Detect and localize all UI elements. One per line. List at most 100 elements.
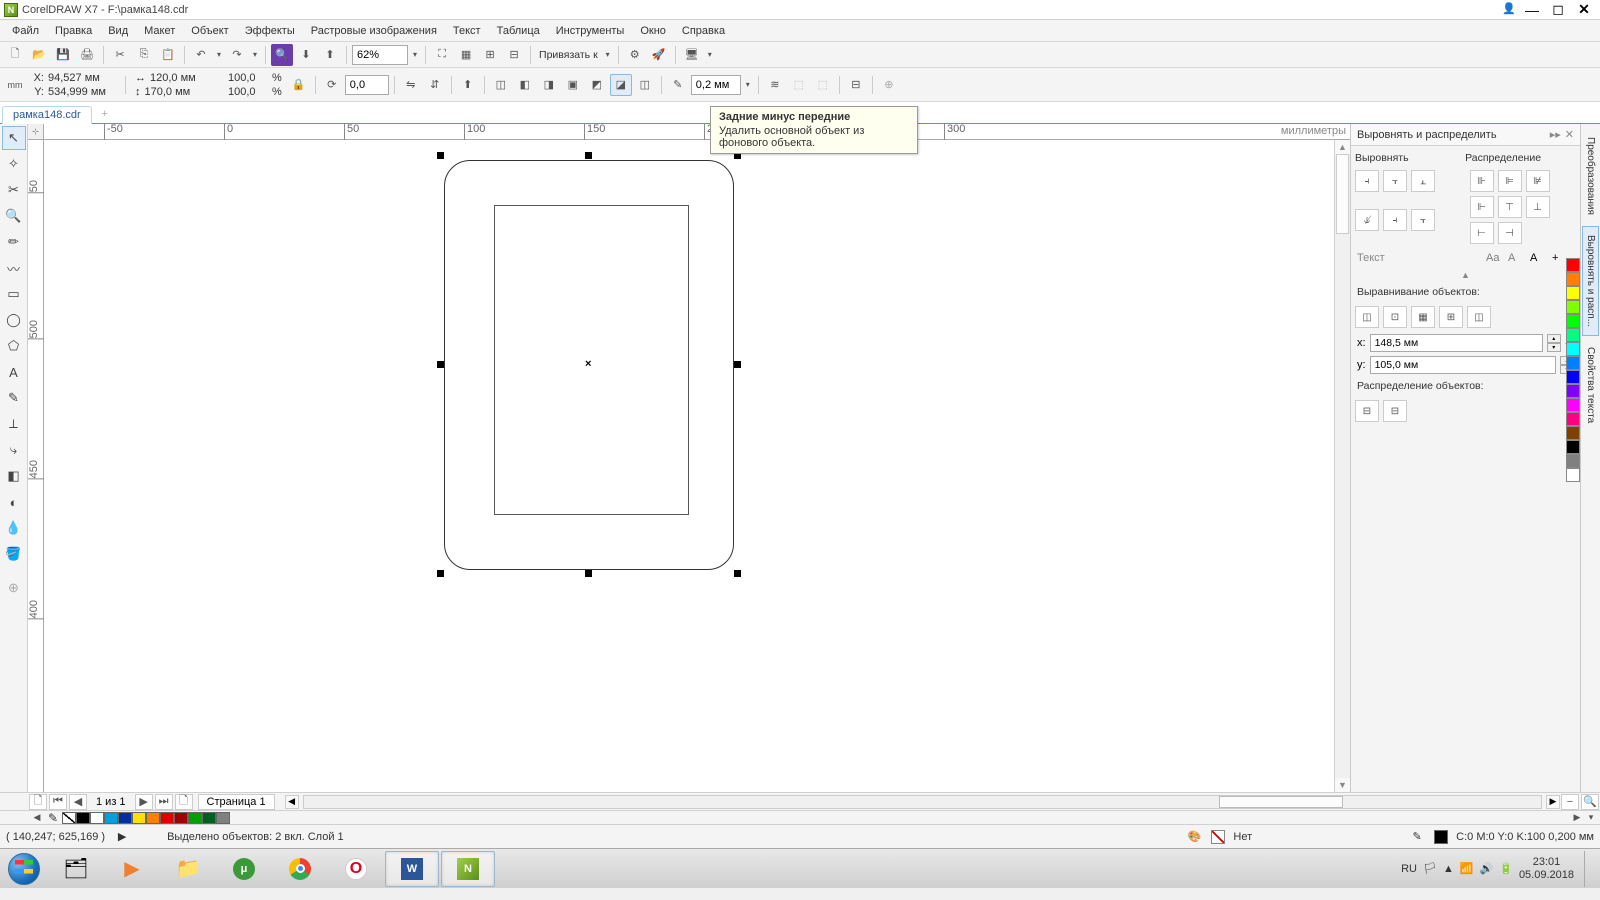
grid-icon[interactable]: ⊞ <box>479 44 501 66</box>
colorbar-swatch[interactable] <box>1566 272 1580 286</box>
weld-icon[interactable]: ◫ <box>490 74 512 96</box>
outline-pen-status-icon[interactable]: ✎ <box>1408 828 1426 846</box>
docker-close-icon[interactable]: ✕ <box>1565 128 1574 141</box>
handle-bc[interactable] <box>585 570 592 577</box>
task-utorrent[interactable]: μ <box>217 851 271 887</box>
palette-swatch[interactable] <box>216 812 230 824</box>
colorbar-swatch[interactable] <box>1566 384 1580 398</box>
unit-picker-icon[interactable]: mm <box>4 74 26 96</box>
pos-y[interactable]: 534,999 мм <box>48 85 116 99</box>
user-icon[interactable]: 👤 <box>1502 2 1518 18</box>
scale-x[interactable]: 100,0 <box>228 71 268 85</box>
palette-swatch[interactable] <box>202 812 216 824</box>
task-opera[interactable]: O <box>329 851 383 887</box>
dist-center-h-icon[interactable]: ⊫ <box>1498 170 1522 192</box>
trim-icon[interactable]: ◧ <box>514 74 536 96</box>
align-to-5-icon[interactable]: ◫ <box>1467 306 1491 328</box>
redo-icon[interactable]: ↷ <box>226 44 248 66</box>
dist-right-icon[interactable]: ⊩ <box>1470 196 1494 218</box>
tray-network-icon[interactable]: 📶 <box>1460 862 1474 875</box>
canvas[interactable]: × <box>44 140 1334 792</box>
align-left-icon[interactable]: ⫞ <box>1355 170 1379 192</box>
text-align-3-icon[interactable]: A <box>1530 252 1552 264</box>
pick-tool[interactable]: ↖ <box>2 126 26 150</box>
print-icon[interactable]: 🖨 <box>76 44 98 66</box>
colorbar-swatch[interactable] <box>1566 398 1580 412</box>
vertical-scrollbar[interactable]: ▲ ▼ <box>1334 140 1350 792</box>
artistic-tool[interactable]: 〰 <box>2 256 26 280</box>
shape-tool[interactable]: ✧ <box>2 152 26 176</box>
task-wmp[interactable]: ▶ <box>105 851 159 887</box>
display-dropdown[interactable]: ▾ <box>705 50 715 59</box>
page-last-icon[interactable]: ⏭ <box>155 794 173 810</box>
save-icon[interactable]: 💾 <box>52 44 74 66</box>
handle-tc[interactable] <box>585 152 592 159</box>
launch-icon[interactable]: 🚀 <box>648 44 670 66</box>
text-align-1-icon[interactable]: Aa <box>1486 252 1508 264</box>
freehand-tool[interactable]: ✏ <box>2 230 26 254</box>
page-first-icon[interactable]: ⏮ <box>49 794 67 810</box>
palette-swatch[interactable] <box>146 812 160 824</box>
menu-window[interactable]: Окно <box>632 23 674 39</box>
redo-dropdown[interactable]: ▾ <box>250 50 260 59</box>
hscroll-left-icon[interactable]: ◀ <box>285 795 299 809</box>
colorbar-swatch[interactable] <box>1566 314 1580 328</box>
search-icon[interactable]: 🔍 <box>271 44 293 66</box>
task-corel[interactable]: N <box>441 851 495 887</box>
menu-text[interactable]: Текст <box>445 23 489 39</box>
palette-swatch[interactable] <box>118 812 132 824</box>
intersect-icon[interactable]: ◨ <box>538 74 560 96</box>
scale-y[interactable]: 100,0 <box>228 85 268 99</box>
page-tab[interactable]: Страница 1 <box>198 794 275 810</box>
ruler-vertical[interactable]: 50 500 450 400 <box>28 140 44 792</box>
close-button[interactable]: ✕ <box>1572 2 1596 18</box>
tray-lang[interactable]: RU <box>1401 863 1417 875</box>
undo-dropdown[interactable]: ▾ <box>214 50 224 59</box>
colorbar-swatch[interactable] <box>1566 426 1580 440</box>
wrap-text-icon[interactable]: ≋ <box>764 74 786 96</box>
task-explorer[interactable]: 📁 <box>161 851 215 887</box>
align-center-v-icon[interactable]: ⫞ <box>1383 209 1407 231</box>
order-front-icon[interactable]: ⬆ <box>457 74 479 96</box>
tray-clock[interactable]: 23:0105.09.2018 <box>1519 856 1574 882</box>
tray-flag-icon[interactable]: 🏳 <box>1423 862 1437 875</box>
menu-edit[interactable]: Правка <box>47 23 100 39</box>
dimension-tool[interactable]: ⟂ <box>2 412 26 436</box>
ruler-origin[interactable]: ⊹ <box>28 124 44 140</box>
palette-swatch[interactable] <box>132 812 146 824</box>
palette-swatch[interactable] <box>90 812 104 824</box>
menu-view[interactable]: Вид <box>100 23 136 39</box>
scroll-down-icon[interactable]: ▼ <box>1335 778 1350 792</box>
snap-dropdown[interactable]: ▾ <box>603 50 613 59</box>
align-top-icon[interactable]: ⫝̸ <box>1355 209 1379 231</box>
colorbar-swatch[interactable] <box>1566 454 1580 468</box>
back-minus-front-icon[interactable]: ◪ <box>610 74 632 96</box>
outline-dropdown[interactable]: ▾ <box>743 80 753 89</box>
palette-swatch[interactable] <box>174 812 188 824</box>
colorbar-swatch[interactable] <box>1566 356 1580 370</box>
width[interactable]: 120,0 мм <box>150 71 218 85</box>
align-to-3-icon[interactable]: ▦ <box>1411 306 1435 328</box>
copy-icon[interactable]: ⎘ <box>133 44 155 66</box>
show-desktop[interactable] <box>1584 851 1594 887</box>
fill-swatch-icon[interactable] <box>1211 830 1225 844</box>
task-totalcmd[interactable]: 🗂 <box>49 851 103 887</box>
new-icon[interactable]: 🗋 <box>4 44 26 66</box>
menu-help[interactable]: Справка <box>674 23 733 39</box>
page-next-icon[interactable]: ▶ <box>135 794 153 810</box>
start-button[interactable] <box>0 849 48 889</box>
page-add-icon[interactable]: 🗋 <box>29 794 47 810</box>
convert-curves-icon[interactable]: ⬚ <box>788 74 810 96</box>
colorbar-swatch[interactable] <box>1566 300 1580 314</box>
docker-tab-align[interactable]: Выровнять и расп... <box>1582 226 1599 336</box>
maximize-button[interactable]: ◻ <box>1546 2 1570 18</box>
align-to-1-icon[interactable]: ◫ <box>1355 306 1379 328</box>
simplify-icon[interactable]: ▣ <box>562 74 584 96</box>
page-add2-icon[interactable]: 🗋 <box>175 794 193 810</box>
task-chrome[interactable] <box>273 851 327 887</box>
fill-tool[interactable]: 🪣 <box>2 542 26 566</box>
hscroll-right-icon[interactable]: ▶ <box>1546 795 1560 809</box>
colorbar-swatch[interactable] <box>1566 328 1580 342</box>
colorbar-swatch[interactable] <box>1566 370 1580 384</box>
open-icon[interactable]: 📂 <box>28 44 50 66</box>
